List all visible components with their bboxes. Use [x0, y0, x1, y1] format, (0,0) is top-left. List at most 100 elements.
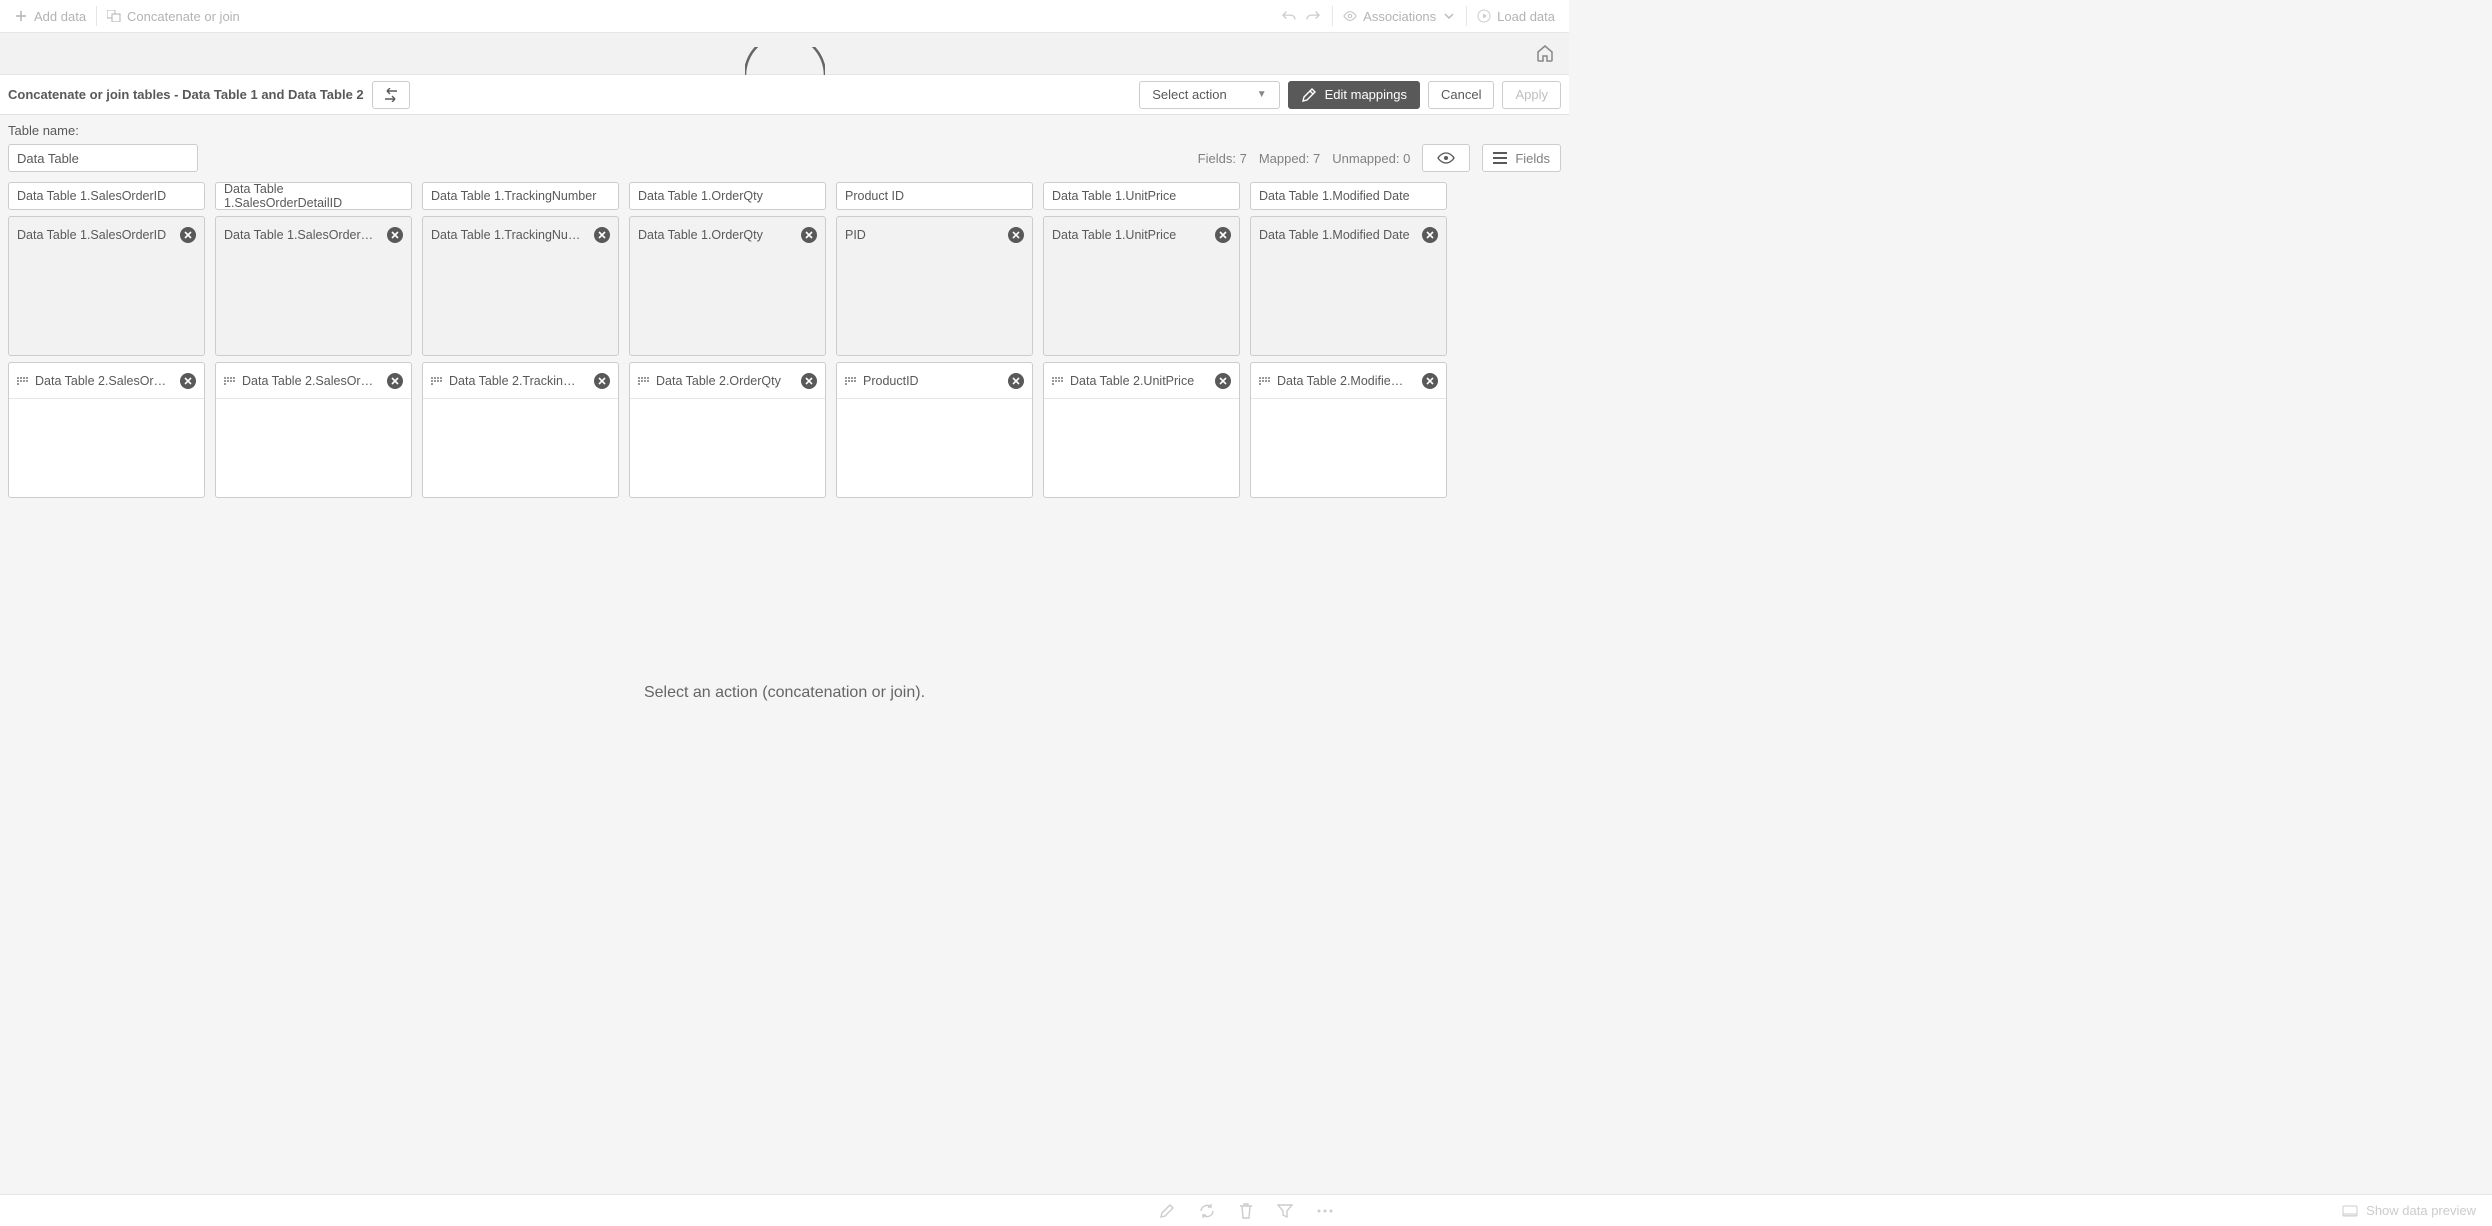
separator: [1466, 6, 1467, 26]
bottom-toolbar: Show data preview: [0, 1194, 2492, 1226]
tables-icon: [107, 9, 121, 23]
drag-handle-icon[interactable]: [224, 377, 236, 385]
column-header-label: Data Table 1.SalesOrderID: [17, 189, 166, 203]
remove-icon[interactable]: [1422, 373, 1438, 389]
select-action-dropdown[interactable]: Select action ▼: [1139, 81, 1279, 109]
remove-icon[interactable]: [594, 373, 610, 389]
edit-icon[interactable]: [1159, 1203, 1175, 1219]
table2-field-card[interactable]: Data Table 2.Trackin…: [422, 362, 619, 498]
tab-arc-icon: [745, 47, 825, 75]
table-name-input[interactable]: [8, 144, 198, 172]
table-name-section: Table name: Fields: 7 Mapped: 7 Unmapped…: [0, 115, 1569, 172]
remove-icon[interactable]: [180, 227, 196, 243]
column-header-input[interactable]: Product ID: [836, 182, 1033, 210]
table2-field-label: Data Table 2.UnitPrice: [1070, 374, 1209, 388]
table1-field-card[interactable]: PID: [836, 216, 1033, 356]
table-name-label: Table name:: [8, 123, 1561, 138]
column-header-label: Data Table 1.OrderQty: [638, 189, 763, 203]
apply-button: Apply: [1502, 81, 1561, 109]
action-hint: Select an action (concatenation or join)…: [0, 684, 1569, 702]
fields-button[interactable]: Fields: [1482, 144, 1561, 172]
table1-field-card[interactable]: Data Table 1.SalesOrderID: [8, 216, 205, 356]
table1-field-label: Data Table 1.SalesOrderID: [17, 228, 174, 242]
column-header-input[interactable]: Data Table 1.SalesOrderDetailID: [215, 182, 412, 210]
table1-field-label: Data Table 1.OrderQty: [638, 228, 795, 242]
mapping-column: Data Table 1.UnitPrice Data Table 1.UnitP…: [1043, 182, 1240, 498]
drag-handle-icon[interactable]: [1052, 377, 1064, 385]
remove-icon[interactable]: [387, 373, 403, 389]
separator: [96, 6, 97, 26]
column-header-input[interactable]: Data Table 1.SalesOrderID: [8, 182, 205, 210]
column-header-input[interactable]: Data Table 1.UnitPrice: [1043, 182, 1240, 210]
undo-icon[interactable]: [1282, 9, 1296, 23]
table2-field-card[interactable]: Data Table 2.UnitPrice: [1043, 362, 1240, 498]
table1-field-label: Data Table 1.TrackingNu…: [431, 228, 588, 242]
column-header-input[interactable]: Data Table 1.Modified Date: [1250, 182, 1447, 210]
load-data-button[interactable]: Load data: [1469, 0, 1563, 32]
cancel-button[interactable]: Cancel: [1428, 81, 1494, 109]
plus-icon: [14, 9, 28, 23]
mapping-column: Product ID PID ProductID: [836, 182, 1033, 498]
unmapped-count: Unmapped: 0: [1332, 151, 1410, 166]
column-header-label: Data Table 1.Modified Date: [1259, 189, 1410, 203]
drag-handle-icon[interactable]: [17, 377, 29, 385]
remove-icon[interactable]: [1008, 227, 1024, 243]
caret-down-icon: ▼: [1257, 89, 1267, 100]
table1-field-card[interactable]: Data Table 1.OrderQty: [629, 216, 826, 356]
mapping-column: Data Table 1.OrderQty Data Table 1.OrderQ…: [629, 182, 826, 498]
drag-handle-icon[interactable]: [845, 377, 857, 385]
remove-icon[interactable]: [801, 227, 817, 243]
preview-toggle-button[interactable]: [1422, 144, 1470, 172]
remove-icon[interactable]: [1215, 227, 1231, 243]
trash-icon[interactable]: [1239, 1203, 1253, 1219]
home-icon[interactable]: [1535, 43, 1555, 63]
table2-field-card[interactable]: Data Table 2.Modifie…: [1250, 362, 1447, 498]
table2-field-label: ProductID: [863, 374, 1002, 388]
concat-join-button[interactable]: Concatenate or join: [99, 0, 248, 32]
drag-handle-icon[interactable]: [431, 377, 443, 385]
remove-icon[interactable]: [387, 227, 403, 243]
table1-field-label: Data Table 1.SalesOrder…: [224, 228, 381, 242]
table1-field-card[interactable]: Data Table 1.UnitPrice: [1043, 216, 1240, 356]
edit-mappings-button[interactable]: Edit mappings: [1288, 81, 1420, 109]
swap-button[interactable]: [372, 81, 410, 109]
top-toolbar: Add data Concatenate or join Association…: [0, 0, 1569, 33]
cancel-label: Cancel: [1441, 87, 1481, 102]
more-icon[interactable]: [1317, 1209, 1333, 1213]
chevron-down-icon: [1442, 9, 1456, 23]
redo-icon[interactable]: [1306, 9, 1320, 23]
add-data-label: Add data: [34, 9, 86, 24]
remove-icon[interactable]: [594, 227, 610, 243]
remove-icon[interactable]: [180, 373, 196, 389]
field-stats: Fields: 7 Mapped: 7 Unmapped: 0 Fields: [1198, 144, 1561, 172]
table2-field-card[interactable]: Data Table 2.SalesOr…: [215, 362, 412, 498]
column-header-input[interactable]: Data Table 1.TrackingNumber: [422, 182, 619, 210]
filter-icon[interactable]: [1277, 1204, 1293, 1218]
table1-field-card[interactable]: Data Table 1.Modified Date: [1250, 216, 1447, 356]
table2-field-label: Data Table 2.SalesOr…: [242, 374, 381, 388]
drag-handle-icon[interactable]: [638, 377, 650, 385]
table2-field-card[interactable]: Data Table 2.OrderQty: [629, 362, 826, 498]
refresh-icon[interactable]: [1199, 1203, 1215, 1219]
apply-label: Apply: [1515, 87, 1548, 102]
column-header-input[interactable]: Data Table 1.OrderQty: [629, 182, 826, 210]
mapping-column: Data Table 1.TrackingNumber Data Table 1.…: [422, 182, 619, 498]
remove-icon[interactable]: [1215, 373, 1231, 389]
table1-field-label: Data Table 1.UnitPrice: [1052, 228, 1209, 242]
remove-icon[interactable]: [1422, 227, 1438, 243]
column-header-label: Data Table 1.TrackingNumber: [431, 189, 596, 203]
associations-button[interactable]: Associations: [1335, 0, 1464, 32]
table1-field-card[interactable]: Data Table 1.SalesOrder…: [215, 216, 412, 356]
mapping-column: Data Table 1.SalesOrderID Data Table 1.Sa…: [8, 182, 205, 498]
mapping-column: Data Table 1.SalesOrderDetailID Data Tabl…: [215, 182, 412, 498]
remove-icon[interactable]: [801, 373, 817, 389]
show-preview-label: Show data preview: [2366, 1203, 2476, 1218]
table2-field-card[interactable]: ProductID: [836, 362, 1033, 498]
remove-icon[interactable]: [1008, 373, 1024, 389]
table1-field-card[interactable]: Data Table 1.TrackingNu…: [422, 216, 619, 356]
table2-field-label: Data Table 2.Modifie…: [1277, 374, 1416, 388]
table2-field-card[interactable]: Data Table 2.SalesOr…: [8, 362, 205, 498]
drag-handle-icon[interactable]: [1259, 377, 1271, 385]
show-preview-button[interactable]: Show data preview: [2342, 1203, 2476, 1218]
add-data-button[interactable]: Add data: [6, 0, 94, 32]
